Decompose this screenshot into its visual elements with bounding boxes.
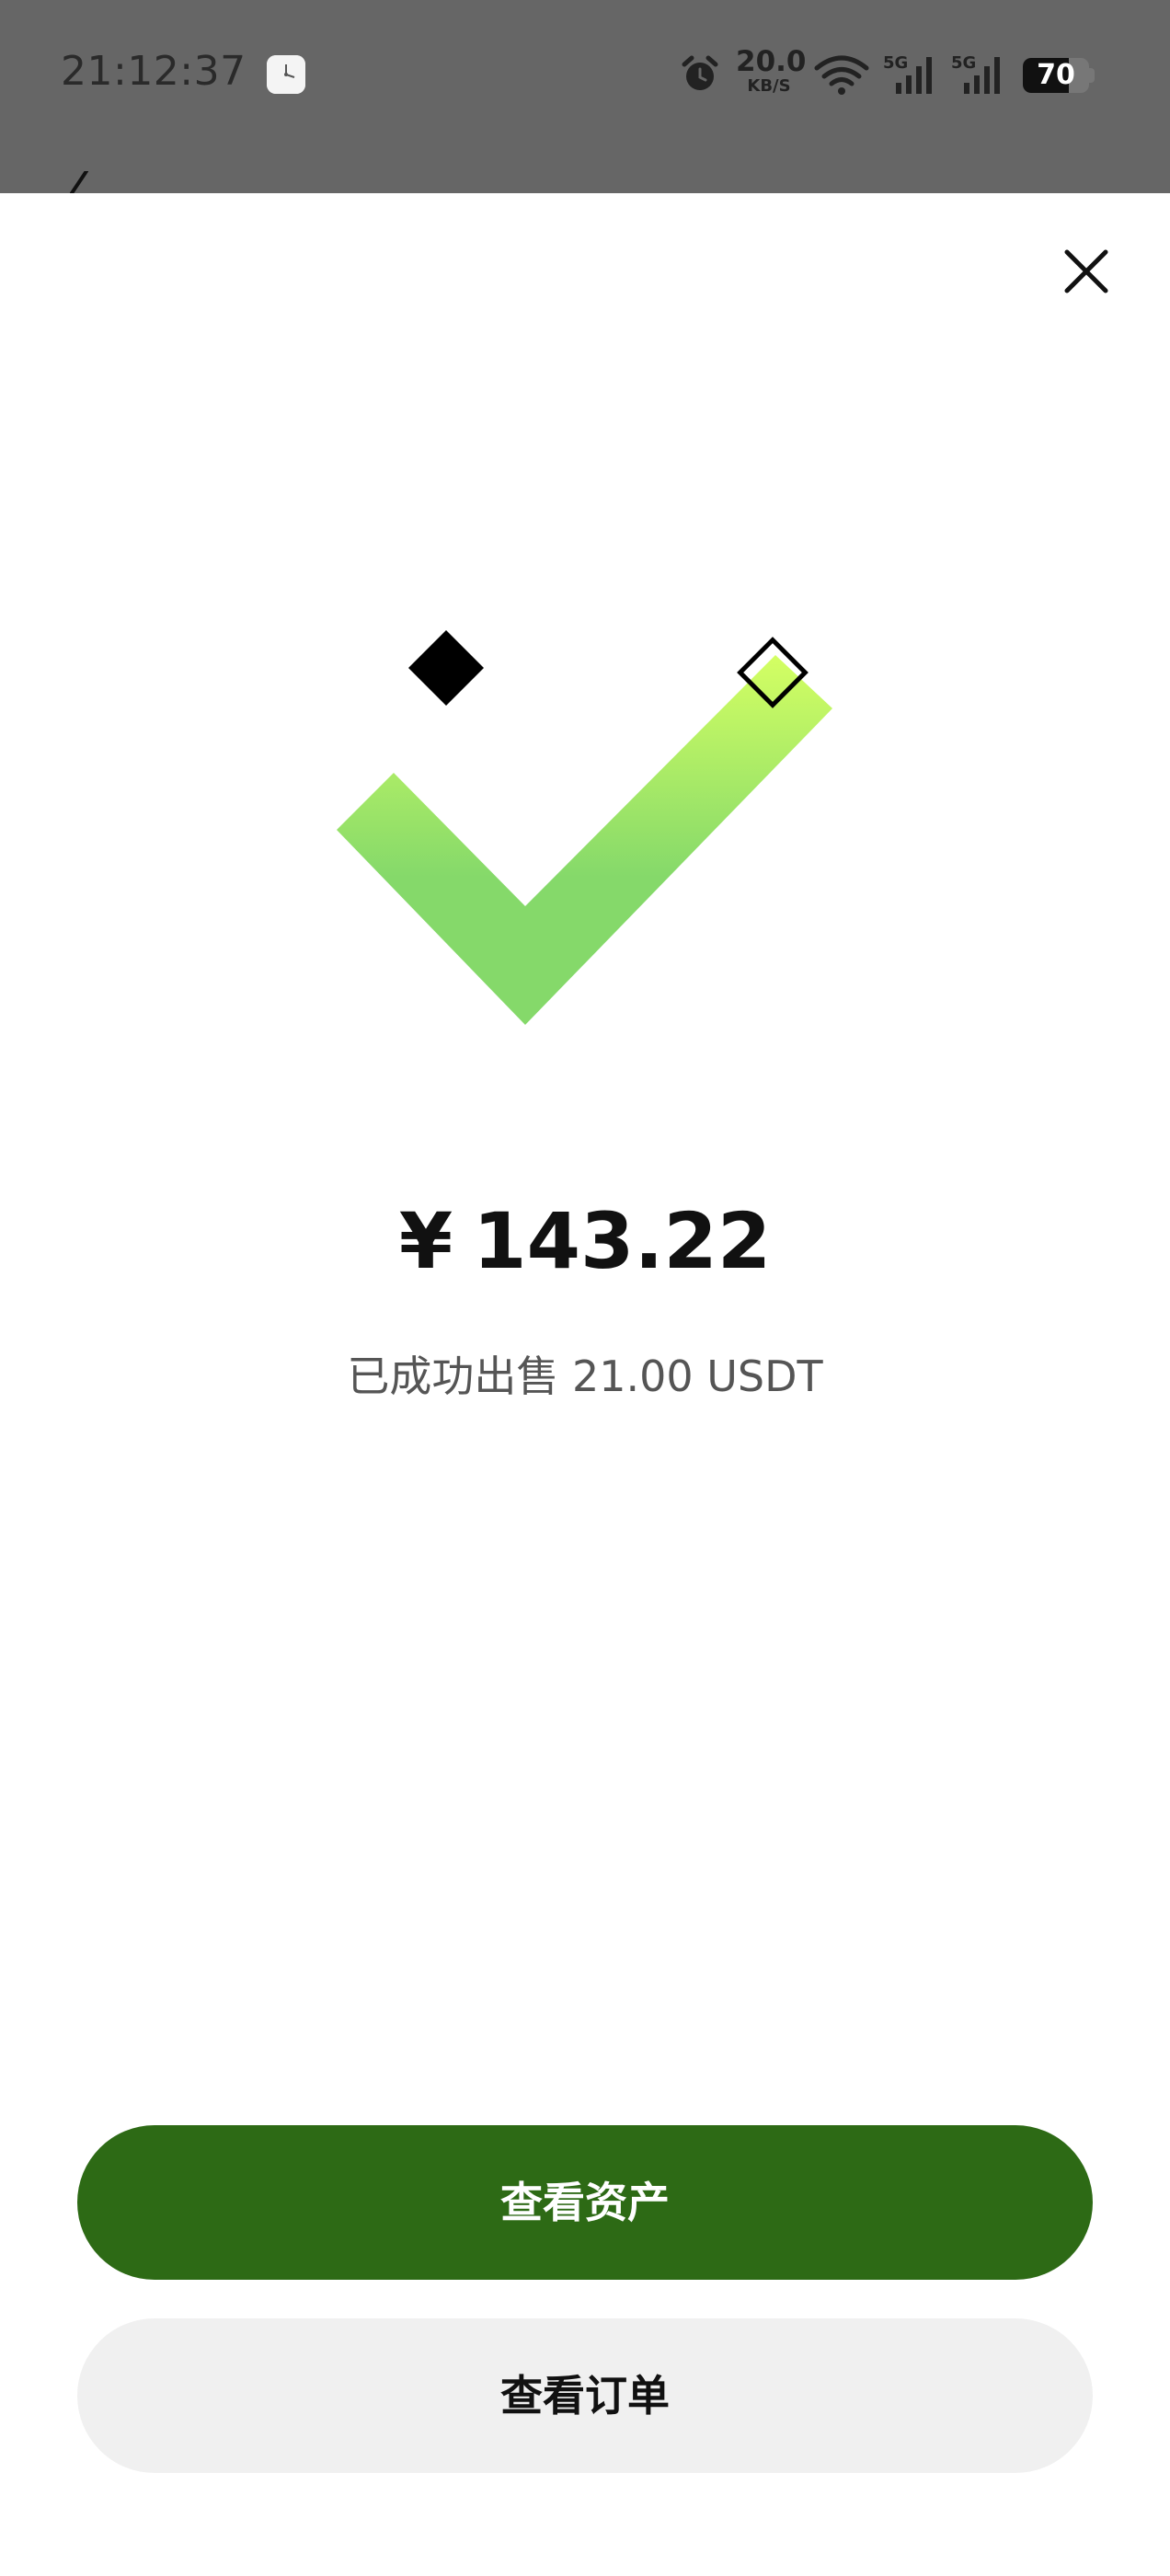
- wifi-icon: [813, 53, 870, 96]
- clock-app-icon: [267, 55, 305, 94]
- view-assets-button[interactable]: 查看资产: [77, 2125, 1093, 2280]
- battery-level: 70: [1037, 59, 1075, 91]
- network-speed: 20.0 KB/S: [736, 45, 807, 96]
- signal-5g-icon: 5G: [951, 52, 1006, 98]
- svg-text:5G: 5G: [883, 53, 908, 73]
- battery-indicator: 70: [1023, 58, 1096, 93]
- battery-tip: [1089, 68, 1095, 83]
- battery-icon: 70: [1023, 58, 1089, 93]
- payment-success-screen: 21:12:37 20.0 KB/S 5G 5G 70 ¥ 143.22 已成功…: [0, 0, 1170, 2576]
- view-orders-button[interactable]: 查看订单: [77, 2318, 1093, 2473]
- signal-5g-icon: 5G: [883, 52, 938, 98]
- back-arrow-icon: [64, 169, 92, 195]
- success-sheet: ¥143.22 已成功出售 21.00 USDT 查看资产 查看订单: [0, 193, 1170, 2576]
- network-speed-value: 20.0: [736, 45, 807, 78]
- sold-message: 已成功出售 21.00 USDT: [347, 1351, 823, 1401]
- filled-diamond-icon: [407, 629, 485, 707]
- status-time: 21:12:37: [61, 48, 247, 95]
- alarm-icon: [679, 53, 721, 96]
- network-speed-unit: KB/S: [747, 76, 791, 96]
- currency-symbol: ¥: [398, 1196, 453, 1286]
- svg-text:5G: 5G: [951, 53, 976, 73]
- amount-value: 143.22: [473, 1196, 772, 1286]
- success-illustration: [337, 629, 832, 1025]
- sale-amount: ¥143.22: [0, 1196, 1170, 1286]
- status-bar: 21:12:37 20.0 KB/S 5G 5G 70: [0, 0, 1170, 195]
- check-mark-icon: [337, 655, 832, 1025]
